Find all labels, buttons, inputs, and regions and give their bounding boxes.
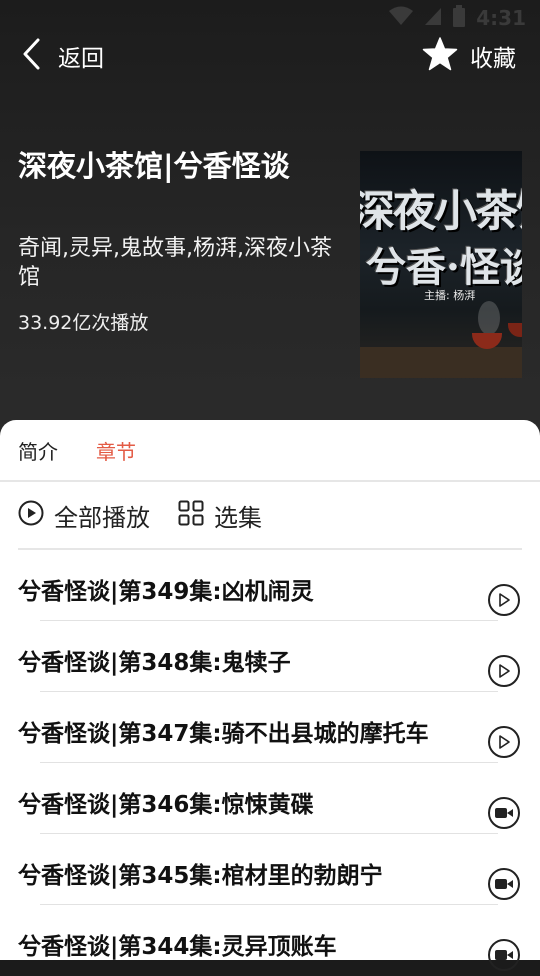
- video-camera-icon[interactable]: [488, 868, 520, 900]
- list-item[interactable]: 兮香怪谈|第347集:骑不出县城的摩托车: [0, 692, 540, 763]
- episode-list: 兮香怪谈|第349集:凶机闹灵 兮香怪谈|第348集:鬼犊子 兮香怪谈|第347…: [0, 550, 540, 976]
- episode-title: 兮香怪谈|第349集:凶机闹灵: [18, 579, 314, 605]
- album-header: 4:31 返回 收藏 深夜小茶馆|兮香怪谈 奇闻,灵异,鬼故事,杨湃,深夜小茶馆…: [0, 0, 540, 440]
- play-circle-icon[interactable]: [488, 584, 520, 616]
- video-camera-icon[interactable]: [488, 797, 520, 829]
- back-label: 返回: [58, 46, 104, 72]
- chevron-left-icon: [20, 37, 44, 75]
- play-all-button[interactable]: 全部播放: [18, 498, 150, 533]
- list-item[interactable]: 兮香怪谈|第346集:惊悚黄碟: [0, 763, 540, 834]
- album-tags: 奇闻,灵异,鬼故事,杨湃,深夜小茶馆: [18, 236, 332, 290]
- back-button[interactable]: 返回: [20, 36, 104, 76]
- episode-title: 兮香怪谈|第348集:鬼犊子: [18, 650, 291, 676]
- wifi-icon: [388, 6, 414, 30]
- tab-bar: 简介 章节: [0, 420, 540, 482]
- play-all-label: 全部播放: [54, 504, 150, 532]
- favorite-button[interactable]: 收藏: [422, 36, 516, 76]
- list-item[interactable]: 兮香怪谈|第348集:鬼犊子: [0, 621, 540, 692]
- star-icon: [422, 37, 458, 75]
- signal-icon: [424, 6, 442, 30]
- episode-title: 兮香怪谈|第345集:棺材里的勃朗宁: [18, 863, 383, 889]
- episode-title: 兮香怪谈|第344集:灵异顶账车: [18, 934, 337, 960]
- cover-title-line1: 深夜小茶馆: [360, 187, 522, 237]
- content-panel: 简介 章节 全部播放 选集 兮香怪谈|第349集:凶机闹灵 兮香怪谈|第348集…: [0, 420, 540, 971]
- tab-intro[interactable]: 简介: [18, 436, 58, 465]
- action-bar: 全部播放 选集: [18, 482, 522, 550]
- play-circle-icon[interactable]: [488, 726, 520, 758]
- play-circle-icon: [18, 500, 44, 532]
- grid-icon: [178, 500, 204, 532]
- play-count: 33.92亿次播放: [18, 312, 149, 334]
- status-bar: 4:31: [388, 4, 526, 32]
- list-item[interactable]: 兮香怪谈|第349集:凶机闹灵: [0, 550, 540, 621]
- battery-icon: [452, 5, 466, 31]
- select-episodes-button[interactable]: 选集: [178, 498, 262, 533]
- play-circle-icon[interactable]: [488, 655, 520, 687]
- cover-host: 主播: 杨湃: [424, 289, 476, 302]
- list-item[interactable]: 兮香怪谈|第345集:棺材里的勃朗宁: [0, 834, 540, 905]
- tab-chapters[interactable]: 章节: [96, 436, 136, 465]
- cover-teacup-2: [508, 323, 522, 337]
- cover-table: [360, 347, 522, 378]
- episode-title: 兮香怪谈|第347集:骑不出县城的摩托车: [18, 721, 429, 747]
- favorite-label: 收藏: [470, 46, 516, 72]
- select-episodes-label: 选集: [214, 504, 262, 532]
- status-time: 4:31: [476, 6, 526, 30]
- album-title: 深夜小茶馆|兮香怪谈: [18, 149, 290, 183]
- video-camera-icon[interactable]: [488, 939, 520, 971]
- episode-title: 兮香怪谈|第346集:惊悚黄碟: [18, 792, 314, 818]
- cover-title-line2: 兮香·怪谈: [366, 244, 522, 291]
- list-item[interactable]: 兮香怪谈|第344集:灵异顶账车: [0, 905, 540, 976]
- cover-steam: [478, 301, 500, 335]
- album-cover: 深夜小茶馆 兮香·怪谈 主播: 杨湃: [360, 151, 522, 378]
